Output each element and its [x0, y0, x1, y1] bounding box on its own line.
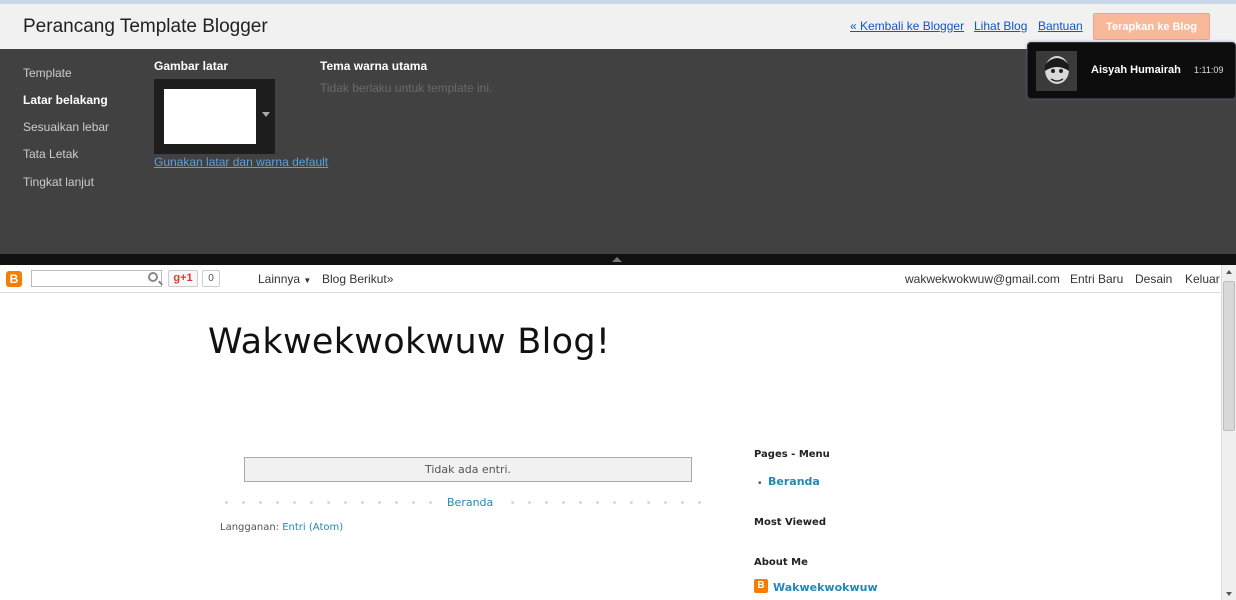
apply-to-blog-button[interactable]: Terapkan ke Blog [1093, 13, 1210, 40]
blogger-profile-icon: B [754, 579, 768, 593]
background-image-heading: Gambar latar [154, 59, 229, 73]
scroll-up-icon[interactable] [1226, 270, 1232, 274]
about-me-heading: About Me [754, 557, 808, 568]
nav-item-background[interactable]: Latar belakang [23, 93, 108, 107]
blogger-navbar: B g+1 0 Lainnya ▼ Blog Berikut» wakwekwo… [0, 265, 1236, 293]
chevron-down-icon [262, 112, 270, 117]
nav-item-layout[interactable]: Tata Letak [23, 147, 78, 161]
navbar-search-input[interactable] [31, 270, 162, 287]
view-blog-link[interactable]: Lihat Blog [974, 19, 1027, 33]
avatar [1036, 51, 1077, 91]
home-link[interactable]: Beranda [447, 496, 493, 509]
nav-item-template[interactable]: Template [23, 66, 72, 80]
blog-pager: Beranda [218, 496, 713, 509]
plus-one-count: 0 [202, 270, 220, 287]
design-link[interactable]: Desain [1135, 272, 1172, 286]
use-default-background-link[interactable]: Gunakan latar dan warna default [154, 155, 328, 169]
theme-not-applicable-note: Tidak berlaku untuk template ini. [320, 81, 493, 95]
notification-time: 1:11:09 [1194, 65, 1224, 75]
pager-divider-right [504, 501, 713, 504]
help-link[interactable]: Bantuan [1038, 19, 1083, 33]
nav-item-adjust-width[interactable]: Sesuaikan lebar [23, 120, 109, 134]
background-preview-swatch [164, 89, 256, 144]
no-posts-message: Tidak ada entri. [244, 457, 692, 482]
atom-feed-link[interactable]: Entri (Atom) [282, 522, 343, 533]
notification-name: Aisyah Humairah [1091, 64, 1181, 76]
nav-item-advanced[interactable]: Tingkat lanjut [23, 175, 94, 189]
scroll-down-icon[interactable] [1226, 592, 1232, 596]
main-color-theme-heading: Tema warna utama [320, 59, 428, 73]
bullet-icon: • [758, 478, 762, 489]
background-image-picker[interactable] [154, 79, 275, 154]
page-title: Perancang Template Blogger [23, 16, 268, 37]
blog-title[interactable]: Wakwekwokwuw Blog! [208, 322, 610, 362]
most-viewed-heading: Most Viewed [754, 517, 826, 528]
subscribe-label: Langganan: [220, 522, 280, 533]
logout-link[interactable]: Keluar [1185, 272, 1220, 286]
chat-notification[interactable]: Aisyah Humairah 1:11:09 [1027, 42, 1236, 99]
preview-scrollbar[interactable] [1221, 265, 1236, 600]
caret-down-icon: ▼ [303, 276, 312, 285]
google-plus-one-button[interactable]: g+1 [168, 270, 198, 287]
account-email[interactable]: wakwekwokwuw@gmail.com [905, 272, 1060, 286]
profile-name-link[interactable]: Wakwekwokwuw [773, 581, 878, 594]
more-menu-label: Lainnya [258, 272, 301, 286]
next-blog-link[interactable]: Blog Berikut» [322, 272, 393, 286]
pager-divider-left [218, 501, 440, 504]
blogger-logo-icon[interactable]: B [6, 271, 22, 287]
search-icon[interactable] [148, 272, 158, 282]
sidebar-page-home[interactable]: Beranda [768, 475, 820, 488]
more-menu[interactable]: Lainnya ▼ [258, 272, 311, 286]
chevron-up-icon[interactable] [612, 257, 622, 262]
subscribe-line: Langganan: Entri (Atom) [220, 522, 343, 533]
scroll-thumb[interactable] [1223, 281, 1235, 431]
back-to-blogger-link[interactable]: « Kembali ke Blogger [850, 19, 964, 33]
pages-menu-heading: Pages - Menu [754, 449, 830, 460]
preview-divider [0, 254, 1236, 265]
new-post-link[interactable]: Entri Baru [1070, 272, 1123, 286]
